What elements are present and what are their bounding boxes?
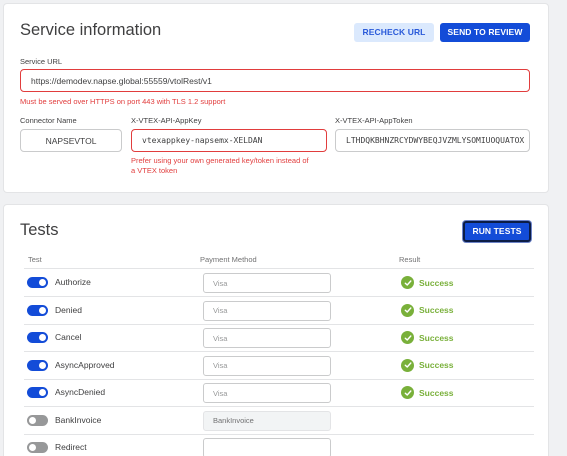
payment-method-input[interactable] [203,438,331,456]
payment-method-input: BankInvoice [203,410,331,431]
column-header-payment-method: Payment Method [200,255,257,264]
service-url-input[interactable]: https://demodev.napse.global:55559/vtolR… [20,69,530,92]
toggle-knob [39,389,46,396]
test-toggle[interactable] [27,277,48,288]
payment-method-input[interactable]: Visa [203,300,331,321]
appkey-error-line-2: a VTEX token [131,166,178,175]
success-check-icon [401,358,414,372]
result-text: Success [419,332,454,343]
recheck-url-button[interactable]: RECHECK URL [354,23,434,42]
service-url-label: Service URL [20,57,63,66]
test-toggle[interactable] [27,304,48,316]
payment-method-input[interactable]: Visa [203,273,331,293]
appkey-input[interactable]: vtexappkey-napsemx-XELDAN [131,129,327,152]
test-name: Denied [55,304,82,315]
apptoken-input[interactable]: LTHDQKBHNZRCYDWYBEQJVZMLYSOMIUOQUATOX [335,129,530,152]
test-toggle[interactable] [27,414,48,426]
test-name: Cancel [55,332,82,342]
toggle-knob [39,279,46,286]
test-name: Redirect [55,442,87,452]
test-row-authorize: Authorize Visa Success [4,269,550,296]
test-row-cancel: Cancel Visa Success [4,324,550,351]
success-check-icon [401,331,414,344]
toggle-knob [39,334,46,341]
result-text: Success [419,305,454,315]
result-text: Success [419,387,454,398]
test-name: AsyncDenied [55,387,106,397]
result-text: Success [419,360,454,370]
test-result: Success [401,331,454,344]
connector-name-input[interactable]: NAPSEVTOL [20,129,122,152]
success-check-icon [401,303,414,317]
result-text: Success [419,277,454,288]
connector-name-label: Connector Name [20,116,77,125]
test-row-asyncdenied: AsyncDenied Visa Success [4,379,550,406]
run-tests-button[interactable]: RUN TESTS [463,221,531,242]
test-toggle[interactable] [27,442,48,453]
service-information-title: Service information [20,21,162,39]
test-result: Success [401,386,454,399]
test-row-denied: Denied Visa Success [4,297,550,324]
test-toggle[interactable] [27,387,48,398]
tests-card: Tests RUN TESTS Test Payment Method Resu… [3,204,549,456]
test-row-asyncapproved: AsyncApproved Visa Success [4,352,550,379]
payment-method-input[interactable]: Visa [203,355,331,376]
column-header-test: Test [28,255,42,264]
appkey-error-line-1: Prefer using your own generated key/toke… [131,156,309,165]
apptoken-label: X-VTEX-API-AppToken [335,116,413,125]
payment-method-input[interactable]: Visa [203,383,331,403]
toggle-knob [39,306,46,314]
column-header-result: Result [399,255,421,264]
toggle-knob [29,416,36,424]
success-check-icon [401,276,414,289]
success-check-icon [401,386,414,399]
test-name: AsyncApproved [55,359,115,370]
toggle-knob [39,361,46,369]
test-result: Success [401,358,454,372]
test-toggle[interactable] [27,332,48,343]
test-row-bankinvoice: BankInvoice BankInvoice [4,407,550,434]
appkey-label: X-VTEX-API-AppKey [131,116,202,125]
service-information-card: Service information RECHECK URL SEND TO … [3,3,549,193]
send-to-review-button[interactable]: SEND TO REVIEW [440,23,530,42]
payment-method-input[interactable]: Visa [203,328,331,348]
test-result: Success [401,303,454,317]
test-result: Success [401,276,454,289]
tests-title: Tests [20,221,59,239]
test-row-redirect: Redirect [4,434,550,456]
toggle-knob [29,444,36,451]
test-name: Authorize [55,277,91,287]
test-toggle[interactable] [27,359,48,371]
test-name: BankInvoice [55,414,102,425]
service-url-error: Must be served over HTTPS on port 443 wi… [20,97,226,106]
